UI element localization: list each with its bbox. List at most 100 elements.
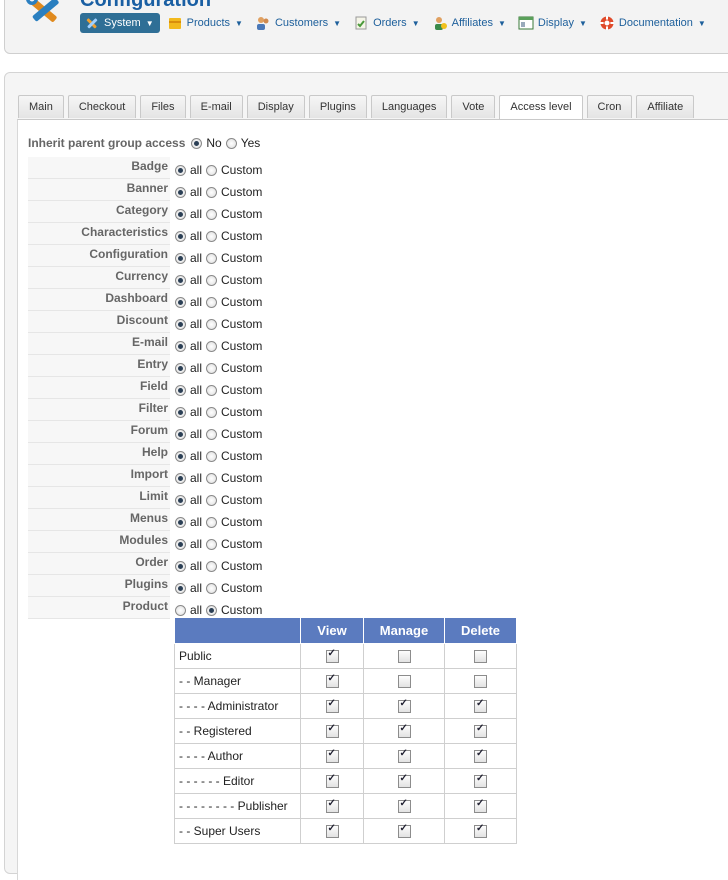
plugins-all-radio[interactable] [175, 582, 186, 594]
tab-e-mail[interactable]: E-mail [189, 95, 243, 118]
limit-custom-radio[interactable] [206, 494, 218, 506]
view-checkbox[interactable] [325, 798, 339, 814]
menus-custom-radio[interactable] [206, 516, 218, 528]
inherit-yes-radio[interactable] [225, 137, 237, 149]
order-custom-radio[interactable] [206, 560, 218, 572]
modules-all-radio[interactable] [175, 538, 186, 550]
filter-custom-radio[interactable] [206, 406, 218, 418]
tab-plugins[interactable]: Plugins [308, 95, 367, 118]
product-custom-radio[interactable] [206, 604, 218, 616]
manage-checkbox[interactable] [397, 773, 411, 789]
manage-checkbox[interactable] [397, 723, 411, 739]
view-checkbox[interactable] [325, 748, 339, 764]
help-all-radio[interactable] [175, 450, 186, 462]
product-all-radio[interactable] [175, 604, 186, 616]
manage-checkbox[interactable] [397, 675, 411, 689]
tab-display[interactable]: Display [246, 95, 305, 118]
menu-customers[interactable]: Customers ▼ [251, 13, 346, 33]
dashboard-all-radio[interactable] [175, 296, 186, 308]
menu-customers-label: Customers [274, 17, 329, 29]
manage-checkbox[interactable] [397, 748, 411, 764]
delete-checkbox[interactable] [474, 698, 487, 714]
help-custom-radio[interactable] [206, 450, 218, 462]
configuration-custom-radio[interactable] [206, 252, 218, 264]
characteristics-custom-radio[interactable] [206, 230, 218, 242]
filter-all-radio[interactable] [175, 406, 186, 418]
entry-all-radio[interactable] [175, 362, 186, 374]
discount-all-radio[interactable] [175, 318, 186, 330]
e-mail-all-radio[interactable] [175, 340, 186, 352]
delete-checkbox[interactable] [474, 748, 487, 764]
badge-all-radio[interactable] [175, 164, 186, 176]
order-all-radio[interactable] [175, 560, 186, 572]
limit-all-radio[interactable] [175, 494, 186, 506]
e-mail-custom-radio[interactable] [206, 340, 218, 352]
view-checkbox[interactable] [325, 773, 339, 789]
tab-affiliate[interactable]: Affiliate [636, 95, 695, 118]
manage-checkbox[interactable] [397, 698, 411, 714]
manage-cell [363, 818, 445, 844]
dashboard-all-label: all [190, 295, 203, 309]
access-row-label: E-mail [131, 335, 168, 349]
tab-vote[interactable]: Vote [451, 95, 496, 118]
access-row-import: Import all Custom [28, 465, 262, 487]
tab-access-level[interactable]: Access level [499, 95, 583, 119]
field-custom-radio[interactable] [206, 384, 218, 396]
import-all-radio[interactable] [175, 472, 186, 484]
entry-custom-radio[interactable] [206, 362, 218, 374]
delete-checkbox[interactable] [474, 823, 487, 839]
menus-all-radio[interactable] [175, 516, 186, 528]
field-all-radio[interactable] [175, 384, 186, 396]
delete-checkbox[interactable] [474, 675, 487, 689]
menu-affiliates[interactable]: Affiliates ▼ [428, 13, 511, 33]
category-custom-radio[interactable] [206, 208, 218, 220]
tab-languages[interactable]: Languages [370, 95, 448, 118]
manage-checkbox[interactable] [397, 798, 411, 814]
delete-cell [444, 693, 517, 719]
tab-main[interactable]: Main [18, 95, 64, 118]
delete-checkbox[interactable] [474, 798, 487, 814]
modules-custom-radio[interactable] [206, 538, 218, 550]
delete-checkbox[interactable] [474, 723, 487, 739]
forum-all-radio[interactable] [175, 428, 186, 440]
currency-custom-radio[interactable] [206, 274, 218, 286]
manage-checkbox[interactable] [397, 650, 411, 664]
access-row-label: Characteristics [81, 225, 168, 239]
menu-system[interactable]: System ▼ [80, 13, 160, 33]
menu-documentation[interactable]: Documentation ▼ [595, 13, 711, 33]
view-checkbox[interactable] [325, 648, 339, 664]
configuration-all-radio[interactable] [175, 252, 186, 264]
permission-header-row: View Manage Delete [174, 617, 517, 644]
menu-orders[interactable]: Orders ▼ [349, 13, 425, 33]
tab-cron[interactable]: Cron [586, 95, 633, 118]
menu-display[interactable]: Display ▼ [514, 13, 592, 33]
discount-custom-radio[interactable] [206, 318, 218, 330]
dashboard-custom-radio[interactable] [206, 296, 218, 308]
view-checkbox[interactable] [325, 723, 339, 739]
plugins-custom-radio[interactable] [206, 582, 218, 594]
permission-row: - - - - Author [174, 743, 517, 769]
category-all-radio[interactable] [175, 208, 186, 220]
forum-custom-radio[interactable] [206, 428, 218, 440]
view-checkbox[interactable] [325, 823, 339, 839]
badge-custom-radio[interactable] [206, 164, 218, 176]
banner-custom-radio[interactable] [206, 186, 218, 198]
manage-checkbox[interactable] [397, 823, 411, 839]
characteristics-all-radio[interactable] [175, 230, 186, 242]
view-checkbox[interactable] [325, 673, 339, 689]
view-checkbox[interactable] [325, 698, 339, 714]
currency-all-radio[interactable] [175, 274, 186, 286]
delete-checkbox[interactable] [474, 773, 487, 789]
delete-checkbox[interactable] [474, 650, 487, 664]
access-row-label: Badge [131, 159, 168, 173]
dashboard-custom-label: Custom [221, 295, 263, 309]
import-custom-radio[interactable] [206, 472, 218, 484]
chevron-down-icon: ▼ [411, 18, 420, 28]
inherit-no-radio[interactable] [191, 137, 203, 149]
menu-products[interactable]: Products ▼ [163, 13, 248, 33]
tab-files[interactable]: Files [140, 95, 186, 118]
access-row-options: all Custom [175, 404, 266, 420]
filter-all-label: all [190, 405, 203, 419]
banner-all-radio[interactable] [175, 186, 186, 198]
tab-checkout[interactable]: Checkout [67, 95, 137, 118]
